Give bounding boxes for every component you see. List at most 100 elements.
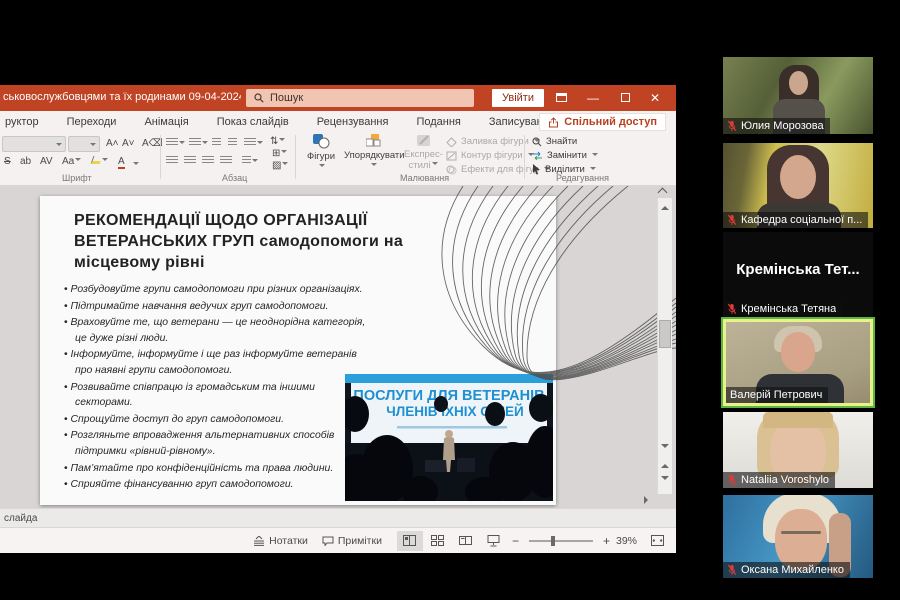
shapes-button[interactable]: Фігури	[300, 134, 342, 173]
scroll-down-icon[interactable]	[661, 444, 669, 452]
participants-sidebar: Юлия Морозова Кафедра соціальної п... Кр…	[678, 0, 900, 600]
view-normal-button[interactable]	[396, 530, 423, 551]
decrease-indent-button[interactable]	[212, 138, 221, 150]
grow-font-button[interactable]: A˄	[106, 138, 119, 149]
vertical-scrollbar[interactable]	[657, 198, 672, 494]
zoom-level[interactable]: 39%	[616, 535, 637, 547]
columns-icon	[242, 156, 251, 165]
tab-podannia[interactable]: Подання	[402, 116, 474, 128]
participant-tile[interactable]: Оксана Михайленко	[723, 495, 873, 578]
bullet-list-icon	[166, 138, 178, 147]
zoom-slider-thumb[interactable]	[550, 535, 555, 546]
notes-pane-text: слайда	[4, 513, 38, 524]
shape-fill-button[interactable]: Заливка фігури	[446, 136, 540, 147]
tab-retsenzuvannia[interactable]: Рецензування	[303, 116, 403, 128]
participant-tile[interactable]: Юлия Морозова	[723, 57, 873, 134]
slide[interactable]: РЕКОМЕНДАЦІЇ ЩОДО ОРГАНІЗАЦІЇ ВЕТЕРАНСЬК…	[40, 196, 556, 505]
slide-bullet: Сприяйте фінансуванню груп самодопомоги.	[64, 477, 372, 493]
line-spacing-button[interactable]	[244, 138, 263, 150]
participant-name-label: Валерій Петрович	[726, 387, 829, 403]
slide-bullet: Враховуйте те, що ветерани — це неоднорі…	[64, 315, 372, 346]
share-button[interactable]: Спільний доступ	[539, 113, 666, 131]
view-reading-icon	[459, 536, 473, 545]
view-slide-sorter-button[interactable]	[425, 531, 451, 551]
participant-tile[interactable]: Кафедра соціальної п...	[723, 143, 873, 228]
zoom-out-button[interactable]: −	[508, 534, 523, 548]
search-input[interactable]: Пошук	[246, 89, 474, 107]
chevron-up-icon	[657, 187, 667, 198]
increase-indent-button[interactable]	[228, 138, 237, 150]
convert-smartart-button[interactable]: ▨	[272, 160, 289, 171]
comments-toggle-button[interactable]: Примітки	[322, 535, 382, 547]
view-slideshow-button[interactable]	[481, 531, 507, 551]
font-name-combo[interactable]	[2, 136, 66, 152]
shape-outline-button[interactable]: Контур фігури	[446, 150, 534, 161]
align-left-button[interactable]	[166, 156, 178, 168]
font-size-combo[interactable]	[68, 136, 100, 152]
previous-slide-icon[interactable]	[661, 460, 669, 468]
zoom-in-button[interactable]: +	[599, 534, 614, 548]
replace-button[interactable]: Замінити	[532, 150, 598, 161]
highlight-color-button[interactable]	[90, 156, 108, 167]
sort-button[interactable]: ⇅	[270, 136, 286, 147]
tab-perekhody[interactable]: Переходи	[53, 116, 131, 128]
find-button[interactable]: Знайти	[532, 136, 577, 147]
text-spacing-button[interactable]: AV	[40, 156, 53, 167]
select-icon	[533, 164, 540, 175]
strikethrough-button[interactable]: S	[4, 156, 11, 167]
align-right-button[interactable]	[202, 156, 214, 168]
participant-tile[interactable]: Nataliia Voroshylo	[723, 412, 873, 488]
slide-bullet: Розбудовуйте групи самодопомоги при різн…	[64, 282, 372, 298]
tab-konstruktor[interactable]: руктор	[0, 116, 53, 128]
columns-button[interactable]	[242, 156, 258, 168]
shape-fill-icon	[446, 136, 457, 147]
photo-heading-line1: ПОСЛУГИ ДЛЯ ВЕТЕРАНІВ	[353, 388, 544, 404]
character-spacing-button[interactable]: ab	[20, 156, 31, 167]
window-title: ськовослужбовцями та їх родинами 09-04-2…	[3, 91, 241, 103]
align-center-button[interactable]	[184, 156, 196, 168]
sign-in-button[interactable]: Увійти	[492, 89, 544, 107]
arrange-icon	[365, 134, 380, 147]
next-slide-icon[interactable]	[661, 476, 669, 484]
notes-pane[interactable]: слайда	[0, 508, 676, 527]
search-icon	[254, 93, 264, 103]
participant-tile[interactable]: Кремінська Тет... Кремінська Тетяна	[723, 232, 873, 317]
quick-styles-icon	[416, 135, 430, 146]
slide-bullet: Розвивайте співпрацю із громадським та і…	[64, 380, 372, 411]
slide-bullet: Спрощуйте доступ до груп самодопомоги.	[64, 412, 372, 428]
justify-button[interactable]	[220, 156, 232, 168]
arrange-button[interactable]: Упорядкувати	[344, 134, 405, 172]
notes-toggle-button[interactable]: Нотатки	[253, 535, 308, 547]
restore-button[interactable]	[610, 85, 640, 111]
zoom-slider[interactable]	[528, 535, 593, 546]
quick-styles-button[interactable]: Експрес-стилі	[404, 134, 443, 171]
shape-outline-icon	[446, 151, 457, 160]
bullet-list-button[interactable]	[166, 138, 185, 150]
collapse-ribbon-button[interactable]	[656, 187, 668, 198]
numbered-list-button[interactable]	[189, 138, 208, 150]
scroll-right-icon[interactable]	[644, 496, 652, 504]
participant-name-label: Nataliia Voroshylo	[723, 472, 836, 488]
ribbon: A˄ A˅ A⌫ S ab AV Aa A Шрифт ⇅ ⊞ ▨ Абзац …	[0, 132, 676, 186]
slide-title: РЕКОМЕНДАЦІЇ ЩОДО ОРГАНІЗАЦІЇ ВЕТЕРАНСЬК…	[74, 212, 404, 272]
ribbon-display-options-button[interactable]	[546, 85, 576, 111]
tab-pokaz-slaidiv[interactable]: Показ слайдів	[203, 116, 303, 128]
participant-tile-active-speaker[interactable]: Валерій Петрович	[723, 319, 873, 406]
font-color-caret[interactable]	[133, 162, 139, 168]
shrink-font-button[interactable]: A˅	[122, 138, 135, 149]
text-direction-button[interactable]: ⊞	[272, 148, 288, 159]
minimize-button[interactable]: —	[578, 85, 608, 111]
close-button[interactable]: ✕	[640, 85, 670, 111]
view-reading-button[interactable]	[453, 531, 479, 551]
justify-icon	[220, 156, 232, 165]
scroll-up-icon[interactable]	[661, 202, 669, 210]
font-color-button[interactable]: A	[118, 156, 125, 169]
decrease-indent-icon	[212, 138, 221, 147]
change-case-button[interactable]: Aa	[62, 156, 82, 167]
restore-icon	[620, 93, 630, 102]
arrange-caret	[370, 163, 377, 169]
fit-slide-button[interactable]	[644, 531, 670, 551]
tab-animatsiia[interactable]: Анімація	[130, 116, 202, 128]
title-bar: ськовослужбовцями та їх родинами 09-04-2…	[0, 85, 676, 111]
scrollbar-thumb[interactable]	[659, 320, 671, 348]
